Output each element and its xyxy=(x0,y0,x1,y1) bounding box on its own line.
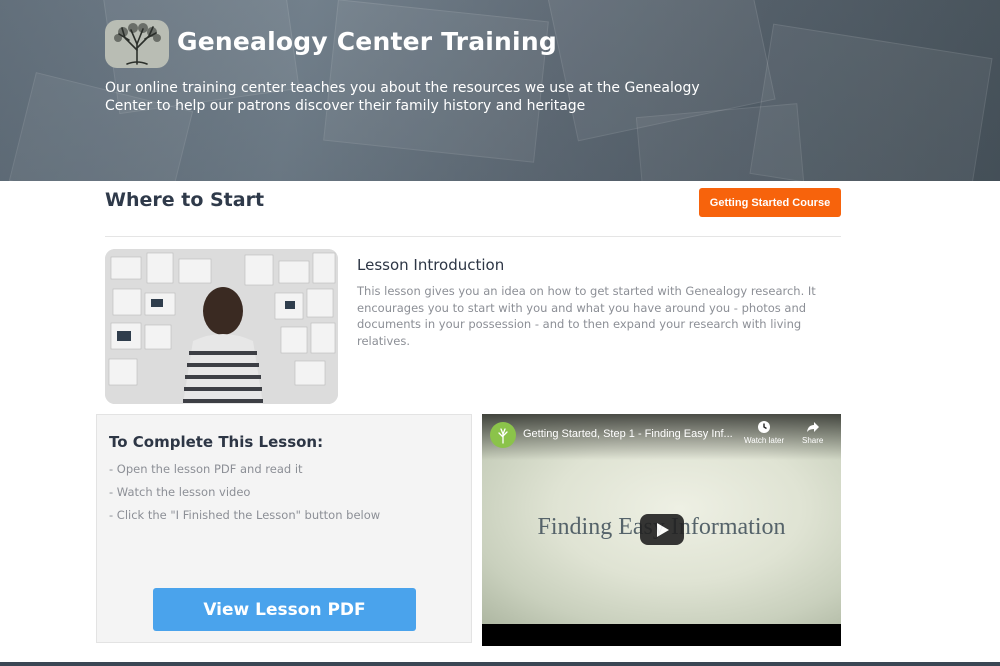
hero-banner: Genealogy Center Training Our online tra… xyxy=(0,0,1000,181)
checklist: - Open the lesson PDF and read it - Watc… xyxy=(109,461,380,530)
play-icon[interactable] xyxy=(640,514,684,545)
checklist-title: To Complete This Lesson: xyxy=(109,433,324,451)
lesson-checklist-panel: To Complete This Lesson: - Open the less… xyxy=(96,414,472,643)
tree-icon[interactable] xyxy=(105,20,169,68)
list-item: - Open the lesson PDF and read it xyxy=(109,462,303,476)
footer-strip xyxy=(0,662,1000,666)
lesson-title: Lesson Introduction xyxy=(357,256,505,274)
channel-logo-icon[interactable] xyxy=(490,422,516,448)
lesson-video-player[interactable]: Finding Easy Information Getting Started… xyxy=(482,414,841,646)
lesson-description: This lesson gives you an idea on how to … xyxy=(357,284,816,349)
share-icon xyxy=(806,422,819,432)
site-description: Our online training center teaches you a… xyxy=(105,80,700,114)
watch-later-label: Watch later xyxy=(744,436,785,445)
video-title[interactable]: Getting Started, Step 1 - Finding Easy I… xyxy=(523,428,733,440)
page-title: Where to Start xyxy=(105,189,265,211)
getting-started-course-button[interactable]: Getting Started Course xyxy=(699,188,841,217)
list-item: - Click the "I Finished the Lesson" butt… xyxy=(109,508,381,522)
watch-later-button[interactable]: Watch later xyxy=(744,420,784,445)
share-label: Share xyxy=(802,436,824,445)
share-button[interactable]: Share xyxy=(802,420,823,445)
divider xyxy=(105,236,841,237)
view-lesson-pdf-button[interactable]: View Lesson PDF xyxy=(153,588,416,631)
list-item: - Watch the lesson video xyxy=(109,485,251,499)
site-title: Genealogy Center Training xyxy=(177,27,557,56)
lesson-image xyxy=(105,249,338,404)
clock-icon xyxy=(758,421,771,433)
